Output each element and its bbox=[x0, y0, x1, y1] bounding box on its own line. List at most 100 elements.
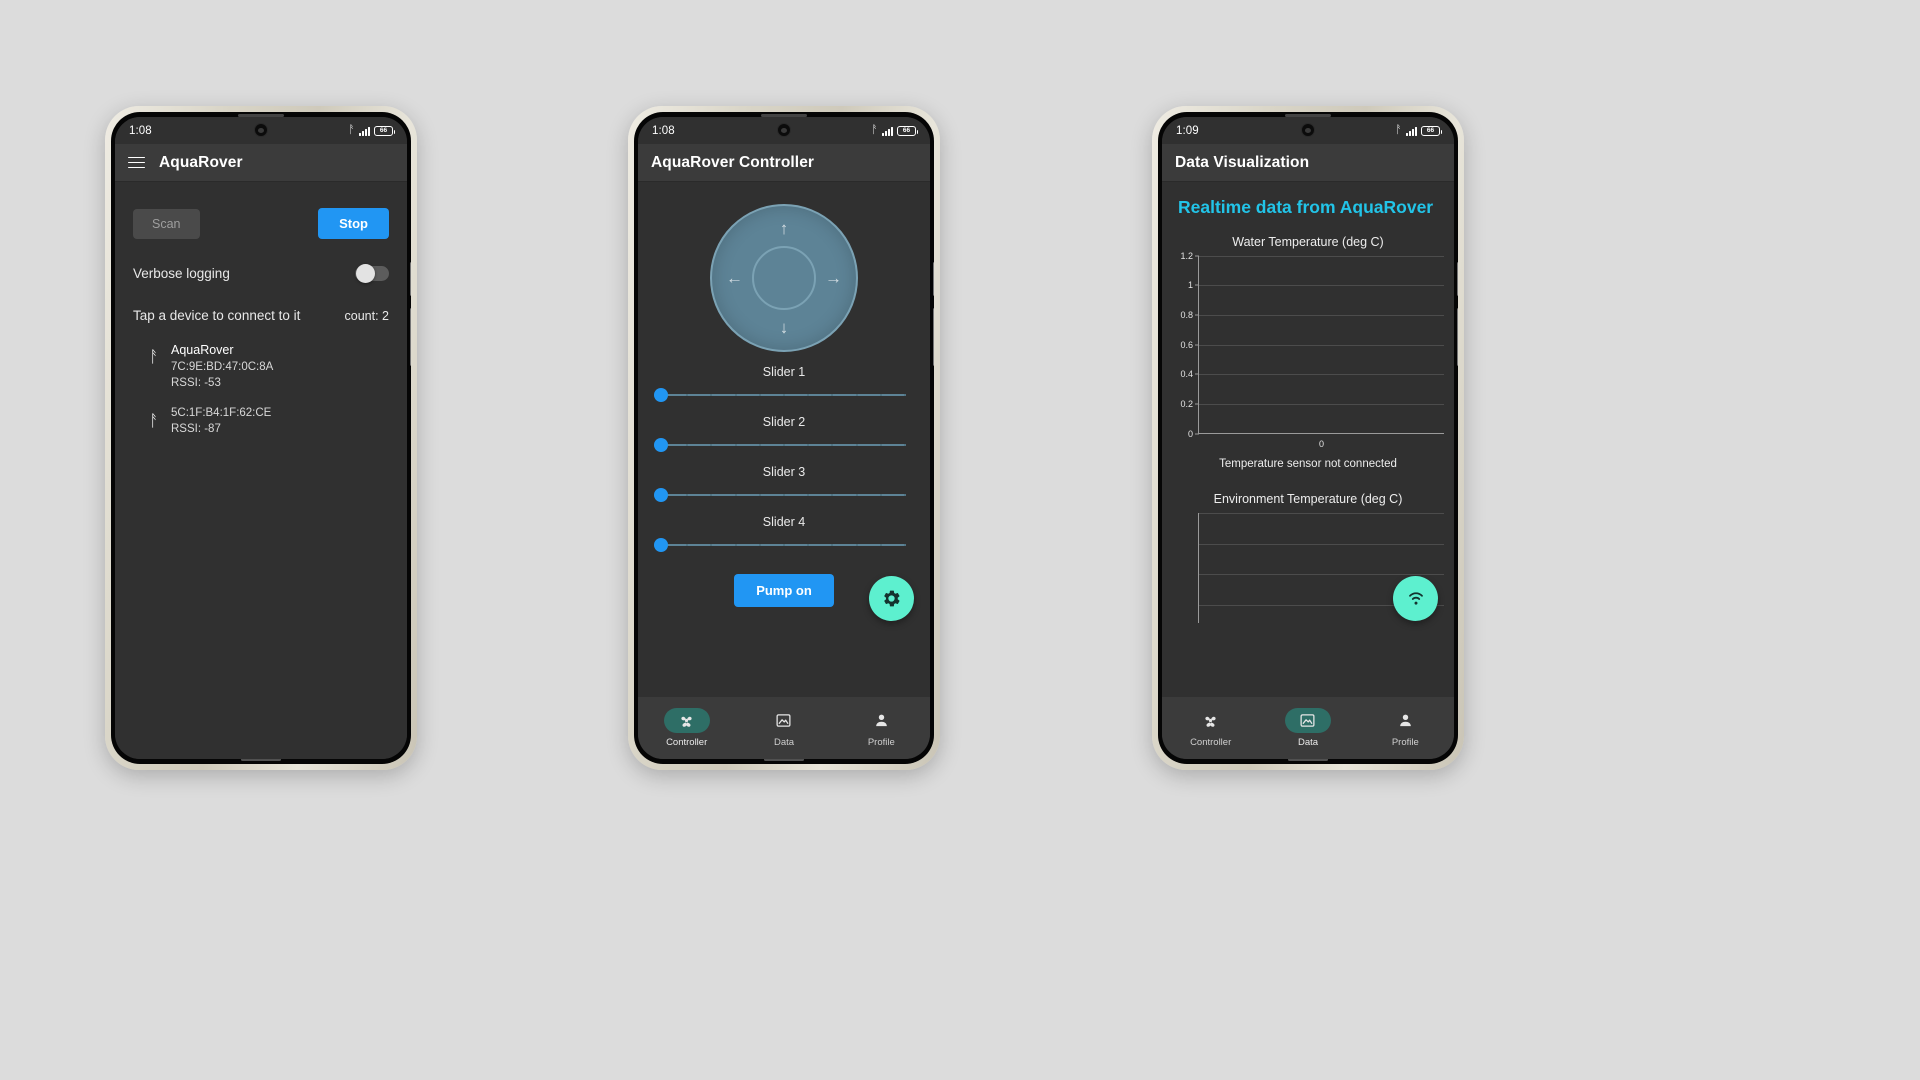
phone1-screen: 1:08 ᚨ 66 AquaRover Scan Stop Verbose lo… bbox=[115, 117, 407, 759]
list-item[interactable]: ᚨ 5C:1F:B4:1F:62:CE RSSI: -87 bbox=[115, 399, 407, 445]
screenshot-canvas: 1:08 ᚨ 66 AquaRover Scan Stop Verbose lo… bbox=[0, 0, 1920, 1080]
slider-ticks bbox=[662, 494, 906, 496]
arrow-up-icon[interactable]: ↑ bbox=[780, 220, 789, 237]
slider-thumb[interactable] bbox=[654, 388, 668, 402]
slider-2[interactable] bbox=[654, 438, 914, 452]
battery-icon: 66 bbox=[374, 125, 395, 136]
dpad-container: ↑ ↓ ← → bbox=[638, 182, 930, 352]
slider-1[interactable] bbox=[654, 388, 914, 402]
chart-1-title: Water Temperature (deg C) bbox=[1232, 234, 1384, 249]
phone3-screen: 1:09 ᚨ 66 Data Visualization Realtime da… bbox=[1162, 117, 1454, 759]
battery-icon: 66 bbox=[897, 125, 918, 136]
verbose-logging-toggle[interactable] bbox=[355, 264, 389, 283]
volume-button[interactable] bbox=[1457, 262, 1458, 296]
slider-3[interactable] bbox=[654, 488, 914, 502]
person-icon bbox=[1382, 708, 1428, 733]
y-tick-label: 1.2 bbox=[1198, 513, 1199, 518]
tab-label: Data bbox=[773, 737, 795, 748]
scan-controls-row: Scan Stop bbox=[115, 182, 407, 239]
power-button[interactable] bbox=[1457, 308, 1458, 366]
tab-data[interactable]: Data bbox=[735, 708, 832, 748]
tab-controller[interactable]: Controller bbox=[1162, 708, 1259, 748]
volume-button[interactable] bbox=[933, 262, 934, 296]
arrow-right-icon[interactable]: → bbox=[825, 270, 842, 287]
tab-data[interactable]: Data bbox=[1259, 708, 1356, 748]
y-tick-label: 0.6 bbox=[1198, 600, 1199, 610]
slider-thumb[interactable] bbox=[654, 488, 668, 502]
device-name: AquaRover bbox=[171, 343, 234, 357]
status-bar: 1:08 ᚨ 66 bbox=[638, 117, 930, 144]
app-bar: AquaRover Controller bbox=[638, 144, 930, 182]
power-button[interactable] bbox=[933, 308, 934, 366]
tab-label: Data bbox=[1297, 737, 1319, 748]
list-item[interactable]: ᚨ AquaRover 7C:9E:BD:47:0C:8A RSSI: -53 bbox=[115, 335, 407, 399]
device-rssi: RSSI: -87 bbox=[171, 423, 221, 436]
hamburger-menu-icon[interactable] bbox=[128, 153, 145, 171]
phone2-content: ↑ ↓ ← → Slider 1 Slider 2 Slider 3 Slide… bbox=[638, 182, 930, 697]
bluetooth-icon: ᚨ bbox=[348, 124, 355, 136]
battery-level: 66 bbox=[1426, 127, 1435, 134]
app-bar: Data Visualization bbox=[1162, 144, 1454, 182]
cellular-signal-icon bbox=[1406, 126, 1417, 136]
phone-device-scan: 1:08 ᚨ 66 AquaRover Scan Stop Verbose lo… bbox=[105, 106, 417, 770]
cellular-signal-icon bbox=[882, 126, 893, 136]
battery-icon: 66 bbox=[1421, 125, 1442, 136]
y-tick-label: 0.2 bbox=[1180, 399, 1193, 410]
tap-device-hint: Tap a device to connect to it bbox=[133, 308, 301, 323]
tab-profile[interactable]: Profile bbox=[833, 708, 930, 748]
chart-image-icon bbox=[1284, 708, 1331, 733]
bluetooth-icon: ᚨ bbox=[149, 412, 159, 430]
sliders-group: Slider 1 Slider 2 Slider 3 Slider 4 bbox=[638, 365, 930, 552]
phone1-content: Scan Stop Verbose logging Tap a device t… bbox=[115, 182, 407, 759]
status-bar: 1:09 ᚨ 66 bbox=[1162, 117, 1454, 144]
phone-bezel: 1:08 ᚨ 66 AquaRover Scan Stop Verbose lo… bbox=[111, 112, 411, 764]
slider-ticks bbox=[662, 544, 906, 546]
page-title: Data Visualization bbox=[1175, 153, 1310, 171]
slider-ticks bbox=[662, 444, 906, 446]
status-clock: 1:09 bbox=[1176, 124, 1199, 137]
slider-thumb[interactable] bbox=[654, 538, 668, 552]
bottom-navigation: Controller Data Profile bbox=[638, 697, 930, 759]
status-bar: 1:08 ᚨ 66 bbox=[115, 117, 407, 144]
x-axis bbox=[1199, 432, 1444, 434]
stop-button[interactable]: Stop bbox=[318, 208, 389, 239]
arrow-down-icon[interactable]: ↓ bbox=[780, 319, 789, 336]
verbose-logging-label: Verbose logging bbox=[133, 266, 230, 281]
cellular-signal-icon bbox=[359, 126, 370, 136]
volume-button[interactable] bbox=[410, 262, 411, 296]
broadcast-antenna-icon[interactable] bbox=[1393, 576, 1438, 621]
x-tick-label: 0 bbox=[1318, 438, 1325, 449]
y-tick-label: 0.4 bbox=[1180, 369, 1193, 380]
phone-bezel: 1:09 ᚨ 66 Data Visualization Realtime da… bbox=[1158, 112, 1458, 764]
front-camera-icon bbox=[1301, 123, 1315, 137]
y-tick-label: 1.2 bbox=[1180, 250, 1193, 261]
y-tick-label: 0.8 bbox=[1198, 569, 1199, 579]
slider-thumb[interactable] bbox=[654, 438, 668, 452]
toggle-knob bbox=[356, 264, 375, 283]
slider-4[interactable] bbox=[654, 538, 914, 552]
directional-pad[interactable]: ↑ ↓ ← → bbox=[710, 204, 858, 352]
phone2-screen: 1:08 ᚨ 66 AquaRover Controller ↑ ↓ ← → S… bbox=[638, 117, 930, 759]
settings-gear-icon[interactable] bbox=[869, 576, 914, 621]
realtime-headline: Realtime data from AquaRover bbox=[1178, 197, 1434, 217]
front-camera-icon bbox=[777, 123, 791, 137]
status-clock: 1:08 bbox=[129, 124, 152, 137]
propeller-icon bbox=[663, 708, 710, 733]
y-tick-label: 0.8 bbox=[1180, 310, 1193, 321]
y-tick-label: 0.6 bbox=[1180, 339, 1193, 350]
phone-device-controller: 1:08 ᚨ 66 AquaRover Controller ↑ ↓ ← → S… bbox=[628, 106, 940, 770]
verbose-logging-row: Verbose logging bbox=[115, 264, 407, 283]
phone-device-data: 1:09 ᚨ 66 Data Visualization Realtime da… bbox=[1152, 106, 1464, 770]
tab-controller[interactable]: Controller bbox=[638, 708, 735, 748]
dpad-center-hub[interactable] bbox=[752, 246, 816, 310]
tab-profile[interactable]: Profile bbox=[1357, 708, 1454, 748]
tab-label: Controller bbox=[666, 737, 708, 748]
phone3-content: Realtime data from AquaRover Water Tempe… bbox=[1162, 182, 1454, 697]
scan-button[interactable]: Scan bbox=[133, 208, 200, 239]
device-mac: 5C:1F:B4:1F:62:CE bbox=[171, 406, 272, 419]
pump-on-button[interactable]: Pump on bbox=[734, 574, 834, 607]
power-button[interactable] bbox=[410, 308, 411, 366]
propeller-icon bbox=[1188, 708, 1234, 733]
bottom-navigation: Controller Data Profile bbox=[1162, 697, 1454, 759]
arrow-left-icon[interactable]: ← bbox=[726, 270, 743, 287]
